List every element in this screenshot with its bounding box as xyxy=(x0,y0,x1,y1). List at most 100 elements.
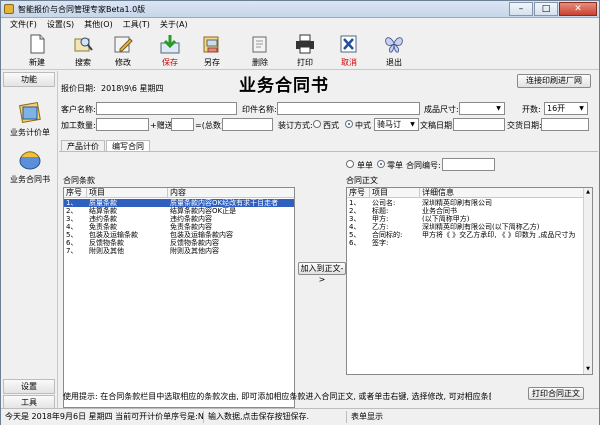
table-row[interactable]: 6、 反馈物条款 反馈物条款内容 xyxy=(64,239,294,247)
main-content: 报价日期: 2018\9\6 星期四 业务合同书 连接印刷进厂网 客户名称: 印… xyxy=(59,71,598,414)
exit-button[interactable]: 退出 xyxy=(376,32,412,69)
menu-settings[interactable]: 设置(S) xyxy=(42,18,79,30)
table-cell: 7、 xyxy=(66,247,78,255)
delivery-date-input[interactable] xyxy=(541,118,589,131)
table-row[interactable]: 4、 免责条款 免责条款内容 xyxy=(64,223,294,231)
table-cell: 结算条款 xyxy=(89,207,117,215)
customer-label: 客户名称: xyxy=(61,105,96,114)
sidebar-function-header[interactable]: 功能 xyxy=(3,72,55,87)
single-radio[interactable] xyxy=(346,160,354,168)
gift-label: +赠送 xyxy=(150,121,173,130)
table-cell: 5、 xyxy=(66,231,78,239)
search-button[interactable]: 搜索 xyxy=(65,32,101,69)
table-cell: 5、 xyxy=(349,231,361,239)
column-header: 序号 xyxy=(347,188,370,198)
kaishu-select[interactable]: 16开 ▼ xyxy=(544,102,588,115)
table-row[interactable]: 7、 附则及其他 附则及其他内容 xyxy=(64,247,294,255)
table-cell: 附则及其他内容 xyxy=(170,247,219,255)
sidebar-item-quote-sheet[interactable]: 业务计价单 xyxy=(5,101,55,138)
binding-select[interactable]: 骑马订 ▼ xyxy=(374,118,419,131)
delete-icon xyxy=(252,36,267,53)
scroll-up-icon[interactable]: ▲ xyxy=(584,188,592,197)
print-button[interactable]: 打印 xyxy=(287,32,323,69)
table-row[interactable]: 3、 违约条款 违约条款内容 xyxy=(64,215,294,223)
menu-tools[interactable]: 工具(T) xyxy=(118,18,155,30)
report-date-label: 报价日期: xyxy=(61,84,96,93)
table-cell: 结算条款内容OK正是 xyxy=(170,207,237,215)
clauses-table[interactable]: 序号 项目 内容 1、 质量条款 质量条款内容OK经改有求干目走者 2、 结算条款 结算条… xyxy=(63,187,295,408)
save-as-icon xyxy=(203,36,219,53)
table-cell: 包装及运输条款 xyxy=(89,231,138,239)
gift-input[interactable] xyxy=(171,118,194,131)
size-label: 成品尺寸: xyxy=(424,105,459,114)
scroll-down-icon[interactable]: ▼ xyxy=(584,365,592,374)
table-cell: 乙方: xyxy=(372,223,389,231)
save-button[interactable]: 保存 xyxy=(152,32,188,69)
delete-button[interactable]: 删除 xyxy=(242,32,278,69)
title-bar: 智能报价与合同管理专家Beta1.0版 – □ ✕ xyxy=(1,1,599,18)
save-as-button[interactable]: 另存 xyxy=(194,32,230,69)
clauses-section-label: 合同条款 xyxy=(63,176,95,185)
table-cell: 签字: xyxy=(372,239,389,247)
print-contract-body-button[interactable]: 打印合同正文 xyxy=(528,387,584,400)
chinese-radio[interactable] xyxy=(345,120,353,128)
contract-body-table-header: 序号 项目 详细信息 xyxy=(347,188,592,198)
cancel-button[interactable]: 取消 xyxy=(331,32,367,69)
contract-body-table[interactable]: 序号 项目 详细信息 1、 公司名: 深圳精英印刷有限公司 2、 标题: 业务合同书 3、甲… xyxy=(346,187,593,375)
connect-network-button[interactable]: 连接印刷进厂网 xyxy=(517,74,591,88)
table-cell: 质量条款 xyxy=(89,199,117,207)
chevron-down-icon: ▼ xyxy=(579,105,584,112)
size-select[interactable]: ▼ xyxy=(459,102,505,115)
table-row[interactable]: 6、 签字: xyxy=(347,239,592,247)
total-label: =(总数) xyxy=(195,121,224,130)
table-row[interactable]: 5、 包装及运输条款 包装及运输条款内容 xyxy=(64,231,294,239)
table-cell: 标题: xyxy=(372,207,389,215)
new-button[interactable]: 新建 xyxy=(19,32,55,69)
menu-file[interactable]: 文件(F) xyxy=(5,18,42,30)
menu-other[interactable]: 其他(O) xyxy=(79,18,118,30)
table-cell: 6、 xyxy=(66,239,78,247)
zero-radio[interactable] xyxy=(377,160,385,168)
table-cell: 反馈物条款内容 xyxy=(170,239,219,247)
add-to-body-button[interactable]: 加入到正文-> xyxy=(298,262,346,284)
contract-number-input[interactable] xyxy=(442,158,495,171)
table-cell: 6、 xyxy=(349,239,361,247)
menu-about[interactable]: 关于(A) xyxy=(155,18,193,30)
close-button[interactable]: ✕ xyxy=(559,2,597,16)
chevron-down-icon: ▼ xyxy=(496,105,501,112)
table-row[interactable]: 2、 结算条款 结算条款内容OK正是 xyxy=(64,207,294,215)
proof-date-input[interactable] xyxy=(453,118,505,131)
table-row[interactable]: 1、 公司名: 深圳精英印刷有限公司 xyxy=(347,199,592,207)
contract-icon xyxy=(19,151,41,170)
table-row[interactable]: 1、 质量条款 质量条款内容OK经改有求干目走者 xyxy=(64,199,294,207)
sidebar-settings-header[interactable]: 设置 xyxy=(3,379,55,394)
table-row[interactable]: 5、 合同标的: 甲方将《 》交乙方承印, 《 》印数为 ,成品尺寸为 xyxy=(347,231,592,239)
table-cell: 4、 xyxy=(349,223,361,231)
app-window: 智能报价与合同管理专家Beta1.0版 – □ ✕ 文件(F) 设置(S) 其他… xyxy=(0,0,600,425)
table-row[interactable]: 4、 乙方: 深圳精英印刷有限公司(以下简称乙方) xyxy=(347,223,592,231)
column-header: 内容 xyxy=(168,188,294,198)
modify-button[interactable]: 修改 xyxy=(105,32,141,69)
sidebar-item-contract[interactable]: 业务合同书 xyxy=(5,148,55,185)
vertical-scrollbar[interactable]: ▲ ▼ xyxy=(583,188,592,374)
minimize-button[interactable]: – xyxy=(509,2,533,16)
table-cell: 免责条款 xyxy=(89,223,117,231)
search-icon xyxy=(74,37,93,52)
table-cell: 1、 xyxy=(349,199,361,207)
table-cell: 合同标的: xyxy=(372,231,403,239)
table-cell: 深圳精英印刷有限公司 xyxy=(422,199,492,207)
maximize-button[interactable]: □ xyxy=(534,2,558,16)
table-row[interactable]: 2、 标题: 业务合同书 xyxy=(347,207,592,215)
customer-input[interactable] xyxy=(96,102,237,115)
contract-body-section-label: 合同正文 xyxy=(346,176,378,185)
qty-input[interactable] xyxy=(96,118,149,131)
west-radio[interactable] xyxy=(313,120,321,128)
total-input[interactable] xyxy=(222,118,273,131)
qty-label: 加工数量: xyxy=(61,121,96,130)
contract-number-label: 合同编号: xyxy=(406,161,441,170)
print-name-input[interactable] xyxy=(277,102,420,115)
table-cell: 2、 xyxy=(66,207,78,215)
proof-date-label: 文稿日期: xyxy=(420,121,455,130)
window-title: 智能报价与合同管理专家Beta1.0版 xyxy=(18,5,146,14)
table-row[interactable]: 3、 甲方: (以下简称甲方) xyxy=(347,215,592,223)
